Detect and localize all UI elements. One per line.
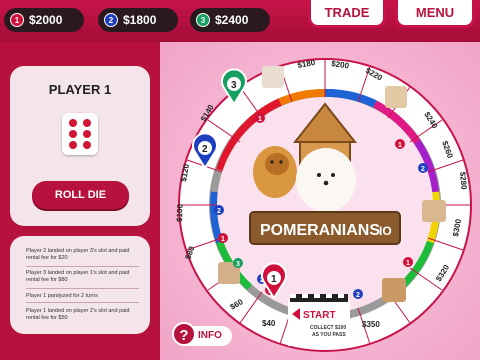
player-1-pin-icon: 1 [10,13,24,27]
log-entry: Player 1 landed on player 2's slot and p… [26,308,130,321]
start-subtitle-1: COLLECT $100 [310,325,346,331]
die-pip [69,119,77,127]
owner-badge: 2 [217,208,221,215]
die-pip [83,119,91,127]
event-log-panel: Player 2 landed on player 3's slot and p… [10,236,150,334]
price-label: $280 [458,171,469,190]
start-label: START [303,310,336,321]
owner-badge: 3 [236,261,240,268]
owner-badge: 1 [221,236,225,243]
player-2-token-number: 2 [202,144,208,155]
game-title-sign: POMERANIANS IO [249,211,401,245]
log-entry: Player 3 landed on player 1's slot and p… [26,270,130,283]
player-2-money-value: $1800 [123,13,157,27]
help-icon[interactable]: ? [172,322,196,346]
dog-picture-icon [385,86,407,108]
dog-picture-icon [422,200,446,222]
start-space: START COLLECT $100 AS YOU PASS [288,294,350,346]
owner-badge: 2 [356,292,360,299]
log-entry: Player 2 landed on player 3's slot and p… [26,248,130,261]
trade-button[interactable]: TRADE [308,0,386,28]
player-2-money: 2 $1800 [98,8,178,32]
game-title: POMERANIANS [260,222,380,239]
log-divider [26,266,139,267]
owner-badge: 1 [398,142,402,149]
player-1-money: 1 $2000 [4,8,84,32]
log-entry: Player 1 paralyzed for 2 turns [26,293,98,299]
log-divider [26,288,139,289]
pomeranian-white [296,148,356,212]
die-pip [83,130,91,138]
roll-die-button[interactable]: ROLL DIE [32,181,129,209]
turn-panel: PLAYER 1 ROLL DIE [10,66,150,226]
die-pip [83,141,91,149]
player-3-money: 3 $2400 [190,8,270,32]
game-board-area: $180 $200 $220 $240 $260 $280 $300 $320 … [160,42,480,360]
owner-badge: 2 [421,166,425,173]
start-subtitle-2: AS YOU PASS [312,332,346,338]
dog-picture-icon [382,278,406,302]
player-1-money-value: $2000 [29,13,63,27]
menu-button[interactable]: MENU [395,0,475,28]
die-pip [69,141,77,149]
game-title-suffix: IO [379,224,392,238]
player-3-pin-icon: 3 [196,13,210,27]
player-3-money-value: $2400 [215,13,249,27]
price-label: $40 [262,319,276,328]
die-face-six [62,113,98,155]
owner-badge: 1 [406,260,410,267]
owner-badge: 1 [258,116,262,123]
game-board[interactable]: $180 $200 $220 $240 $260 $280 $300 $320 … [160,42,480,360]
price-label: $350 [362,320,380,329]
top-bar: 1 $2000 2 $1800 3 $2400 TRADE MENU [0,0,480,42]
price-label: $100 [175,203,185,222]
player-1-token-number: 1 [271,274,277,285]
dog-picture-icon [262,66,284,88]
player-3-token-number: 3 [231,80,237,91]
player-2-pin-icon: 2 [104,13,118,27]
die-pip [69,130,77,138]
current-player-title: PLAYER 1 [48,82,112,97]
log-divider [26,302,139,303]
